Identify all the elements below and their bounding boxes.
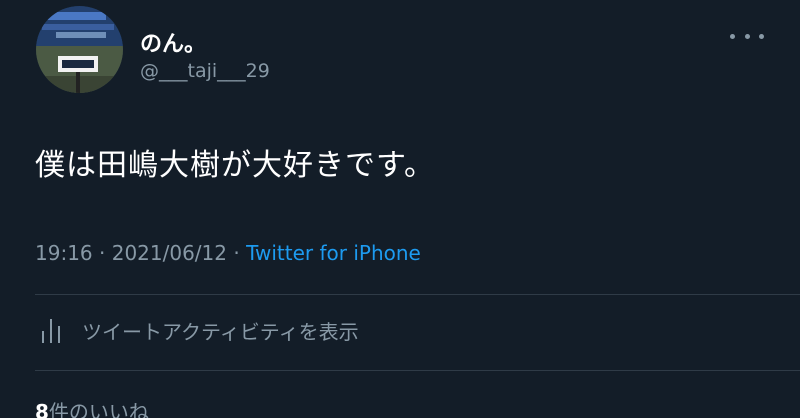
meta-separator: ·	[233, 241, 240, 265]
avatar-image	[36, 6, 123, 93]
likes-link[interactable]: 8件のいいね	[35, 396, 149, 418]
more-horizontal-icon[interactable]	[730, 26, 764, 46]
user-handle[interactable]: @___taji___29	[140, 60, 270, 82]
divider	[35, 294, 800, 295]
display-name[interactable]: のん。	[140, 26, 206, 58]
tweet-date[interactable]: 2021/06/12	[112, 241, 227, 265]
more-dot	[744, 33, 750, 39]
more-dot	[759, 33, 764, 39]
divider	[35, 370, 800, 371]
tweet-text: 僕は田嶋大樹が大好きです。	[35, 148, 435, 183]
tweet-time[interactable]: 19:16	[35, 241, 93, 265]
tweet-source-link[interactable]: Twitter for iPhone	[246, 241, 421, 265]
tweet-detail: のん。 @___taji___29 僕は田嶋大樹が大好きです。 19:16 · …	[0, 0, 800, 418]
bar-chart-icon	[42, 318, 60, 343]
activity-label: ツイートアクティビティを表示	[82, 320, 359, 344]
view-tweet-activity-button[interactable]: ツイートアクティビティを表示	[40, 316, 359, 345]
likes-label: 件のいいね	[48, 400, 149, 418]
likes-count: 8	[35, 400, 49, 418]
avatar[interactable]	[36, 6, 123, 93]
tweet-metadata: 19:16 · 2021/06/12 · Twitter for iPhone	[35, 241, 421, 265]
meta-separator: ·	[99, 241, 106, 265]
more-dot	[730, 33, 735, 39]
